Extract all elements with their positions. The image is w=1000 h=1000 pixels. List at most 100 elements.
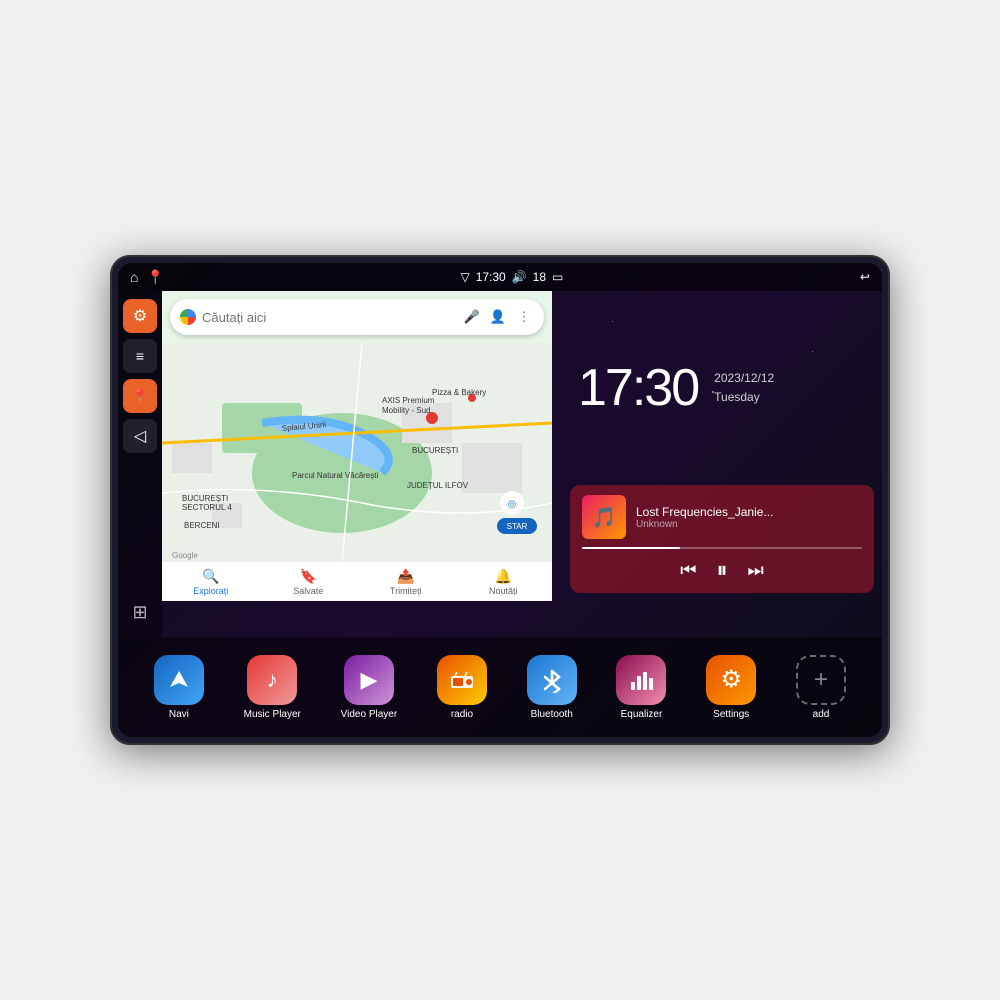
video-player-icon: ▶ xyxy=(344,655,394,705)
track-info: Lost Frequencies_Janie... Unknown xyxy=(636,505,862,530)
equalizer-svg xyxy=(628,668,654,692)
equalizer-label: Equalizer xyxy=(621,709,663,720)
main-content: ⚙ ≡ 📍 ◁ ⊞ xyxy=(118,291,882,637)
svg-text:BERCENI: BERCENI xyxy=(184,521,220,530)
svg-text:Mobility - Sud: Mobility - Sud xyxy=(382,406,430,415)
bluetooth-icon xyxy=(527,655,577,705)
location-icon: 📍 xyxy=(131,388,148,405)
status-center: ▽ 17:30 🔊 18 ▭ xyxy=(460,270,563,284)
search-input[interactable] xyxy=(202,310,456,325)
pause-button[interactable]: ⏸ xyxy=(716,557,727,583)
map-search-actions: 🎤 👤 ⋮ xyxy=(462,307,534,327)
app-navi[interactable]: Navi xyxy=(154,655,204,720)
more-icon[interactable]: ⋮ xyxy=(514,307,534,327)
navigation-icon: ◁ xyxy=(134,426,146,446)
music-controls: ⏮ ⏸ ⏭ xyxy=(582,557,862,583)
radio-icon xyxy=(437,655,487,705)
navi-label: Navi xyxy=(169,709,189,720)
status-left: ⌂ 📍 xyxy=(130,269,164,286)
app-radio[interactable]: radio xyxy=(437,655,487,720)
prev-button[interactable]: ⏮ xyxy=(680,560,696,581)
music-title: Lost Frequencies_Janie... xyxy=(636,505,862,519)
music-artist: Unknown xyxy=(636,519,862,530)
navi-svg xyxy=(166,667,192,693)
svg-text:◎: ◎ xyxy=(508,499,517,510)
album-art: 🎵 xyxy=(582,495,626,539)
music-progress-fill xyxy=(582,547,680,549)
clock-date: 2023/12/12 Tuesday xyxy=(714,369,774,407)
folder-icon: ≡ xyxy=(136,348,144,364)
app-music-player[interactable]: ♪ Music Player xyxy=(244,655,301,720)
saved-label: Salvate xyxy=(293,586,323,596)
video-player-label: Video Player xyxy=(341,709,398,720)
sidebar-settings-btn[interactable]: ⚙ xyxy=(123,299,157,333)
map-explore-btn[interactable]: 🔍 Explorați xyxy=(162,568,260,596)
time-display: 17:30 xyxy=(476,270,506,284)
home-icon[interactable]: ⌂ xyxy=(130,269,138,285)
news-icon: 🔔 xyxy=(495,568,512,585)
app-equalizer[interactable]: Equalizer xyxy=(616,655,666,720)
bluetooth-svg xyxy=(541,667,563,693)
settings-icon: ⚙ xyxy=(133,306,147,326)
right-panel: 17:30 2023/12/12 Tuesday 🎵 xyxy=(562,291,882,601)
svg-text:Google: Google xyxy=(172,551,198,560)
svg-text:BUCUREȘTI: BUCUREȘTI xyxy=(412,446,458,455)
battery-level: 18 xyxy=(533,270,546,284)
map-saved-btn[interactable]: 🔖 Salvate xyxy=(260,568,358,596)
add-icon: + xyxy=(796,655,846,705)
mic-icon[interactable]: 🎤 xyxy=(462,307,482,327)
google-logo xyxy=(180,309,196,325)
map-share-btn[interactable]: 📤 Trimiteți xyxy=(357,568,455,596)
settings-app-icon: ⚙ xyxy=(706,655,756,705)
map-container[interactable]: 🎤 👤 ⋮ xyxy=(162,291,552,601)
share-label: Trimiteți xyxy=(390,586,422,596)
music-note-icon: ♪ xyxy=(267,667,278,693)
status-right: ↩ xyxy=(860,270,870,284)
music-progress-bar[interactable] xyxy=(582,547,862,549)
svg-text:BUCUREȘTI: BUCUREȘTI xyxy=(182,494,228,503)
map-svg: Splaiul Unirii AXIS Premium Mobility - S… xyxy=(162,343,552,561)
app-bluetooth[interactable]: Bluetooth xyxy=(527,655,577,720)
account-icon[interactable]: 👤 xyxy=(488,307,508,327)
sidebar: ⚙ ≡ 📍 ◁ ⊞ xyxy=(118,291,162,637)
day-text: Tuesday xyxy=(714,388,774,407)
radio-label: radio xyxy=(451,709,473,720)
svg-text:JUDEȚUL ILFOV: JUDEȚUL ILFOV xyxy=(407,481,469,490)
date-text: 2023/12/12 xyxy=(714,369,774,388)
app-dock: Navi ♪ Music Player ▶ Video Player xyxy=(118,637,882,737)
sidebar-map-btn[interactable]: 📍 xyxy=(123,379,157,413)
sidebar-folder-btn[interactable]: ≡ xyxy=(123,339,157,373)
plus-icon: + xyxy=(814,666,828,694)
add-label: add xyxy=(813,709,830,720)
app-video-player[interactable]: ▶ Video Player xyxy=(341,655,398,720)
next-button[interactable]: ⏭ xyxy=(748,560,764,581)
music-player-label: Music Player xyxy=(244,709,301,720)
equalizer-icon xyxy=(616,655,666,705)
back-icon[interactable]: ↩ xyxy=(860,270,870,284)
status-bar: ⌂ 📍 ▽ 17:30 🔊 18 ▭ ↩ xyxy=(118,263,882,291)
album-art-image: 🎵 xyxy=(592,505,617,530)
device-screen: ⌂ 📍 ▽ 17:30 🔊 18 ▭ ↩ xyxy=(118,263,882,737)
gear-icon: ⚙ xyxy=(720,665,742,694)
navi-icon xyxy=(154,655,204,705)
wifi-icon: ▽ xyxy=(460,270,469,284)
svg-text:Pizza & Bakery: Pizza & Bakery xyxy=(432,388,486,397)
bluetooth-label: Bluetooth xyxy=(531,709,573,720)
music-widget: 🎵 Lost Frequencies_Janie... Unknown ⏮ xyxy=(570,485,874,593)
svg-text:SECTORUL 4: SECTORUL 4 xyxy=(182,503,232,512)
news-label: Noutăți xyxy=(489,586,518,596)
map-icon[interactable]: 📍 xyxy=(146,269,163,286)
volume-icon: 🔊 xyxy=(512,270,527,284)
saved-icon: 🔖 xyxy=(300,568,317,585)
svg-text:AXIS Premium: AXIS Premium xyxy=(382,396,435,405)
sidebar-nav-btn[interactable]: ◁ xyxy=(123,419,157,453)
map-news-btn[interactable]: 🔔 Noutăți xyxy=(455,568,553,596)
app-settings[interactable]: ⚙ Settings xyxy=(706,655,756,720)
app-add[interactable]: + add xyxy=(796,655,846,720)
sidebar-grid-btn[interactable]: ⊞ xyxy=(123,595,157,629)
map-search-bar[interactable]: 🎤 👤 ⋮ xyxy=(170,299,544,335)
map-area: 🎤 👤 ⋮ xyxy=(162,291,882,637)
music-player-icon: ♪ xyxy=(247,655,297,705)
clock-widget: 17:30 2023/12/12 Tuesday xyxy=(562,291,882,485)
map-bottom-nav: 🔍 Explorați 🔖 Salvate 📤 Trimiteți � xyxy=(162,561,552,601)
